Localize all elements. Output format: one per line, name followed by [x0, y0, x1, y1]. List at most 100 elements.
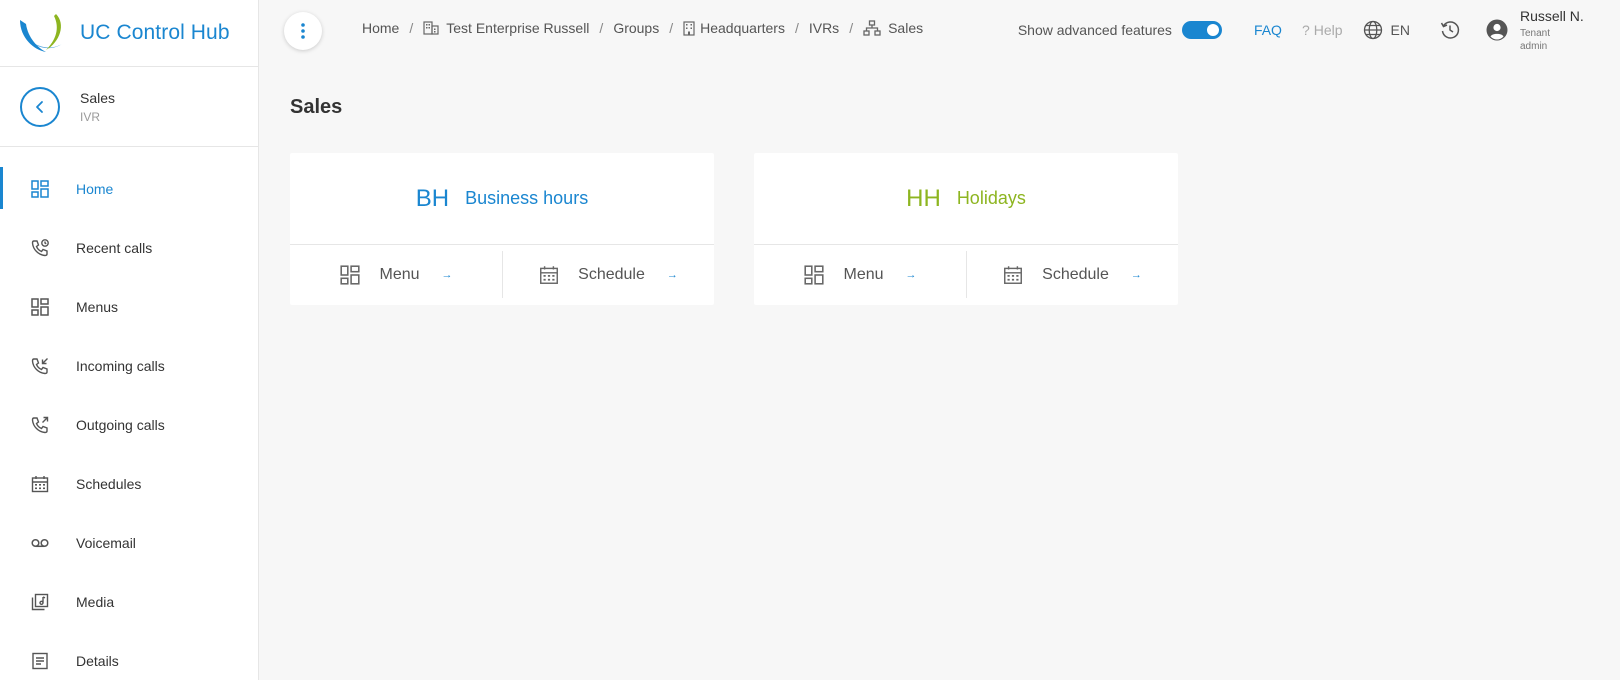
sidebar-item-incoming-calls[interactable]: Incoming calls [0, 336, 258, 395]
card-actions: Menu → Schedule → [290, 245, 714, 304]
phone-incoming-icon [31, 357, 48, 374]
hierarchy-icon [863, 20, 881, 36]
phone-outgoing-icon [31, 416, 49, 433]
advanced-features-label: Show advanced features [1017, 22, 1172, 38]
arrow-right-icon: → [905, 268, 917, 281]
help-link[interactable]: ? Help [1302, 22, 1343, 38]
dashboard-icon [31, 179, 49, 198]
faq-link[interactable]: FAQ [1254, 22, 1282, 38]
card-header[interactable]: BH Business hours [290, 153, 714, 245]
card-schedule-label: Schedule [578, 265, 645, 283]
card-schedule-label: Schedule [1042, 265, 1109, 283]
card-schedule-button[interactable]: Schedule → [502, 245, 714, 304]
card-abbreviation: BH [415, 184, 450, 212]
calendar-icon [31, 475, 49, 492]
breadcrumb-enterprise-label: Test Enterprise Russell [446, 20, 590, 36]
sidebar-item-label: Schedules [76, 475, 142, 492]
breadcrumb-home[interactable]: Home [362, 20, 399, 36]
sidebar-item-label: Incoming calls [76, 357, 165, 374]
arrow-right-icon: → [441, 268, 453, 281]
chevron-left-icon [36, 100, 43, 113]
breadcrumb-separator: / [409, 20, 414, 36]
dashboard-icon [340, 264, 361, 285]
toggle-knob [1206, 24, 1219, 36]
enterprise-icon [423, 21, 439, 35]
sidebar-item-recent-calls[interactable]: Recent calls [0, 218, 258, 277]
sidebar-item-label: Menus [76, 298, 119, 315]
card-menu-label: Menu [843, 265, 884, 283]
phone-clock-icon [31, 238, 49, 256]
breadcrumb-groups[interactable]: Groups [613, 20, 659, 36]
media-library-icon [31, 593, 49, 610]
card-menu-button[interactable]: Menu → [290, 245, 502, 304]
card-actions: Menu → Schedule → [754, 245, 1178, 304]
arrow-right-icon: → [666, 268, 678, 281]
sidebar-item-label: Home [76, 180, 114, 197]
sidebar-nav: Home Recent calls Menus Incoming calls O… [0, 147, 258, 680]
advanced-features-toggle[interactable] [1181, 21, 1222, 39]
language-label: EN [1390, 22, 1410, 38]
card-menu-label: Menu [379, 265, 420, 283]
card-schedule-button[interactable]: Schedule → [966, 245, 1178, 304]
sidebar-item-home[interactable]: Home [0, 159, 258, 218]
breadcrumb-separator: / [599, 20, 604, 36]
card-abbreviation: HH [906, 184, 941, 212]
user-name: Russell N. [1520, 7, 1584, 24]
help-icon: ? [1301, 22, 1310, 38]
sidebar-item-label: Voicemail [76, 534, 136, 551]
help-label: Help [1313, 22, 1343, 38]
breadcrumb-group-label: Headquarters [700, 20, 785, 36]
breadcrumb-ivrs[interactable]: IVRs [809, 20, 839, 36]
top-bar: Home / Test Enterprise Russell / Groups … [260, 0, 1620, 60]
calendar-icon [540, 265, 559, 284]
sidebar-item-label: Outgoing calls [76, 416, 165, 433]
schedule-card-holidays: HH Holidays Menu → Schedule → [754, 153, 1178, 305]
sidebar-item-label: Recent calls [76, 239, 153, 256]
sidebar-item-details[interactable]: Details [0, 631, 258, 680]
building-icon [683, 20, 695, 36]
breadcrumb: Home / Test Enterprise Russell / Groups … [362, 20, 923, 36]
brand[interactable]: UC Control Hub [0, 0, 258, 67]
breadcrumb-enterprise[interactable]: Test Enterprise Russell [423, 20, 589, 36]
account-circle-icon [1486, 19, 1508, 41]
breadcrumb-separator: / [849, 20, 854, 36]
sidebar-item-voicemail[interactable]: Voicemail [0, 513, 258, 572]
voicemail-icon [31, 538, 49, 547]
arrow-right-icon: → [1130, 268, 1142, 281]
context-subtitle: IVR [80, 109, 101, 124]
document-icon [32, 652, 48, 669]
card-menu-button[interactable]: Menu → [754, 245, 966, 304]
more-options-button[interactable] [284, 12, 322, 50]
calendar-icon [1004, 265, 1023, 284]
breadcrumb-current[interactable]: Sales [863, 20, 923, 36]
back-button[interactable] [20, 86, 60, 127]
more-vertical-icon [301, 23, 305, 39]
context-header: Sales IVR [0, 67, 258, 147]
sidebar-item-label: Media [76, 593, 115, 610]
schedule-card-business-hours: BH Business hours Menu → Schedule → [290, 153, 714, 305]
language-selector[interactable]: EN [1363, 20, 1410, 40]
user-menu[interactable]: Russell N. Tenant admin [1486, 8, 1616, 53]
sidebar-item-media[interactable]: Media [0, 572, 258, 631]
header-actions: Show advanced features FAQ ? Help EN Rus… [1018, 0, 1620, 60]
sidebar-item-label: Details [76, 652, 119, 669]
breadcrumb-group[interactable]: Headquarters [683, 20, 785, 36]
dashboard-icon [31, 297, 49, 316]
sidebar-item-outgoing-calls[interactable]: Outgoing calls [0, 395, 258, 454]
sidebar: UC Control Hub Sales IVR Home Recent cal… [0, 0, 259, 680]
context-title: Sales [80, 89, 116, 106]
page-title: Sales [290, 96, 343, 118]
brand-logo-icon [20, 14, 62, 52]
sidebar-item-schedules[interactable]: Schedules [0, 454, 258, 513]
brand-name: UC Control Hub [80, 21, 230, 44]
dashboard-icon [804, 264, 825, 285]
card-title: Business hours [465, 188, 589, 208]
card-header[interactable]: HH Holidays [754, 153, 1178, 245]
globe-icon [1363, 20, 1382, 40]
history-button[interactable] [1440, 20, 1460, 40]
breadcrumb-current-label: Sales [888, 20, 924, 36]
card-title: Holidays [956, 188, 1026, 208]
history-icon [1440, 21, 1460, 39]
sidebar-item-menus[interactable]: Menus [0, 277, 258, 336]
user-role: Tenant admin [1520, 27, 1551, 52]
